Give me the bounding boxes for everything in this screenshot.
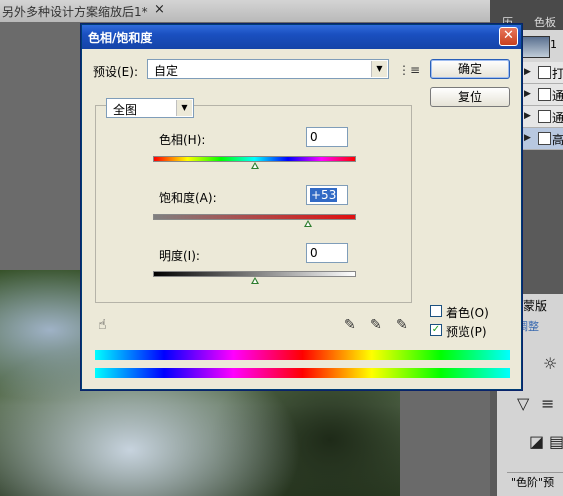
history-item-label: 通 bbox=[552, 111, 563, 125]
ok-button[interactable]: 确定 bbox=[430, 59, 510, 79]
lightness-slider-thumb[interactable] bbox=[250, 277, 259, 284]
chevron-down-icon[interactable]: ▼ bbox=[371, 61, 387, 77]
levels-icon[interactable]: ≡ bbox=[541, 394, 554, 413]
step-icon bbox=[538, 110, 551, 123]
reset-button[interactable]: 复位 bbox=[430, 87, 510, 107]
history-snapshot-label: 1 bbox=[550, 38, 557, 51]
colorize-checkbox[interactable] bbox=[430, 305, 442, 317]
close-button[interactable]: ✕ bbox=[499, 27, 518, 46]
hand-adjust-icon[interactable]: ☝ bbox=[98, 317, 107, 333]
lightness-label: 明度(I): bbox=[159, 249, 200, 263]
preview-checkbox[interactable]: ✓ bbox=[430, 324, 442, 336]
history-item-selected[interactable]: ▶ 高 bbox=[520, 128, 563, 150]
document-tab[interactable]: 另外多种设计方案缩放后1* × bbox=[0, 0, 490, 23]
history-item[interactable]: ▶ 通 bbox=[520, 84, 563, 106]
eyedropper-add-icon[interactable]: ✎ bbox=[370, 317, 382, 333]
tab-masks[interactable]: 蒙版 bbox=[523, 297, 547, 314]
history-item-label: 通 bbox=[552, 89, 563, 103]
history-item-label: 打 bbox=[552, 67, 563, 81]
preset-label: 预设(E): bbox=[93, 65, 138, 79]
saturation-value: +53 bbox=[310, 188, 338, 202]
output-color-bar bbox=[95, 368, 510, 378]
dialog-title: 色相/饱和度 bbox=[88, 31, 153, 45]
input-color-bar bbox=[95, 350, 510, 360]
document-close-icon[interactable]: × bbox=[154, 2, 165, 17]
step-icon bbox=[538, 132, 551, 145]
eyedropper-icon[interactable]: ✎ bbox=[344, 317, 356, 333]
step-icon bbox=[538, 66, 551, 79]
close-icon: ✕ bbox=[503, 28, 514, 43]
preset-select[interactable]: 自定 ▼ bbox=[147, 59, 389, 79]
hue-input[interactable]: 0 bbox=[306, 127, 348, 147]
preset-options-icon[interactable]: ⋮≡ bbox=[398, 63, 420, 77]
hue-saturation-dialog: 色相/饱和度 ✕ 预设(E): 自定 ▼ ⋮≡ 确定 复位 全图 ▼ 色相(H)… bbox=[81, 24, 522, 390]
saturation-slider-track[interactable] bbox=[153, 214, 356, 220]
document-tab-title: 另外多种设计方案缩放后1* bbox=[2, 5, 148, 19]
channel-value: 全图 bbox=[113, 103, 138, 117]
history-snapshot-thumb[interactable] bbox=[520, 36, 550, 58]
brightness-icon[interactable]: ☼ bbox=[543, 354, 557, 373]
saturation-slider-thumb[interactable] bbox=[304, 220, 313, 227]
history-item[interactable]: ▶ 通 bbox=[520, 106, 563, 128]
hue-label: 色相(H): bbox=[159, 133, 206, 147]
chevron-down-icon[interactable]: ▼ bbox=[176, 100, 192, 116]
saturation-label: 饱和度(A): bbox=[159, 191, 217, 205]
saturation-input[interactable]: +53 bbox=[306, 185, 348, 205]
preview-label: 预览(P) bbox=[446, 325, 487, 339]
tab-swatches[interactable]: 色板 bbox=[530, 14, 556, 30]
adjustment-layer-label: "色阶"预 bbox=[507, 472, 563, 493]
arrow-icon: ▶ bbox=[524, 89, 531, 99]
channel-mixer-icon[interactable]: ◪ bbox=[529, 432, 544, 451]
triangle-icon[interactable]: ▽ bbox=[517, 394, 529, 413]
channel-select[interactable]: 全图 ▼ bbox=[106, 98, 194, 118]
dialog-titlebar[interactable]: 色相/饱和度 ✕ bbox=[82, 25, 521, 49]
preset-value: 自定 bbox=[154, 64, 179, 78]
arrow-icon: ▶ bbox=[524, 111, 531, 121]
hue-slider-thumb[interactable] bbox=[250, 162, 259, 169]
lightness-input[interactable]: 0 bbox=[306, 243, 348, 263]
step-icon bbox=[538, 88, 551, 101]
arrow-icon: ▶ bbox=[524, 133, 531, 143]
eyedropper-subtract-icon[interactable]: ✎ bbox=[396, 317, 408, 333]
history-item-label: 高 bbox=[552, 133, 563, 147]
gradient-icon[interactable]: ▤ bbox=[549, 432, 563, 451]
colorize-label: 着色(O) bbox=[446, 306, 489, 320]
history-item[interactable]: ▶ 打 bbox=[520, 62, 563, 84]
arrow-icon: ▶ bbox=[524, 67, 531, 77]
